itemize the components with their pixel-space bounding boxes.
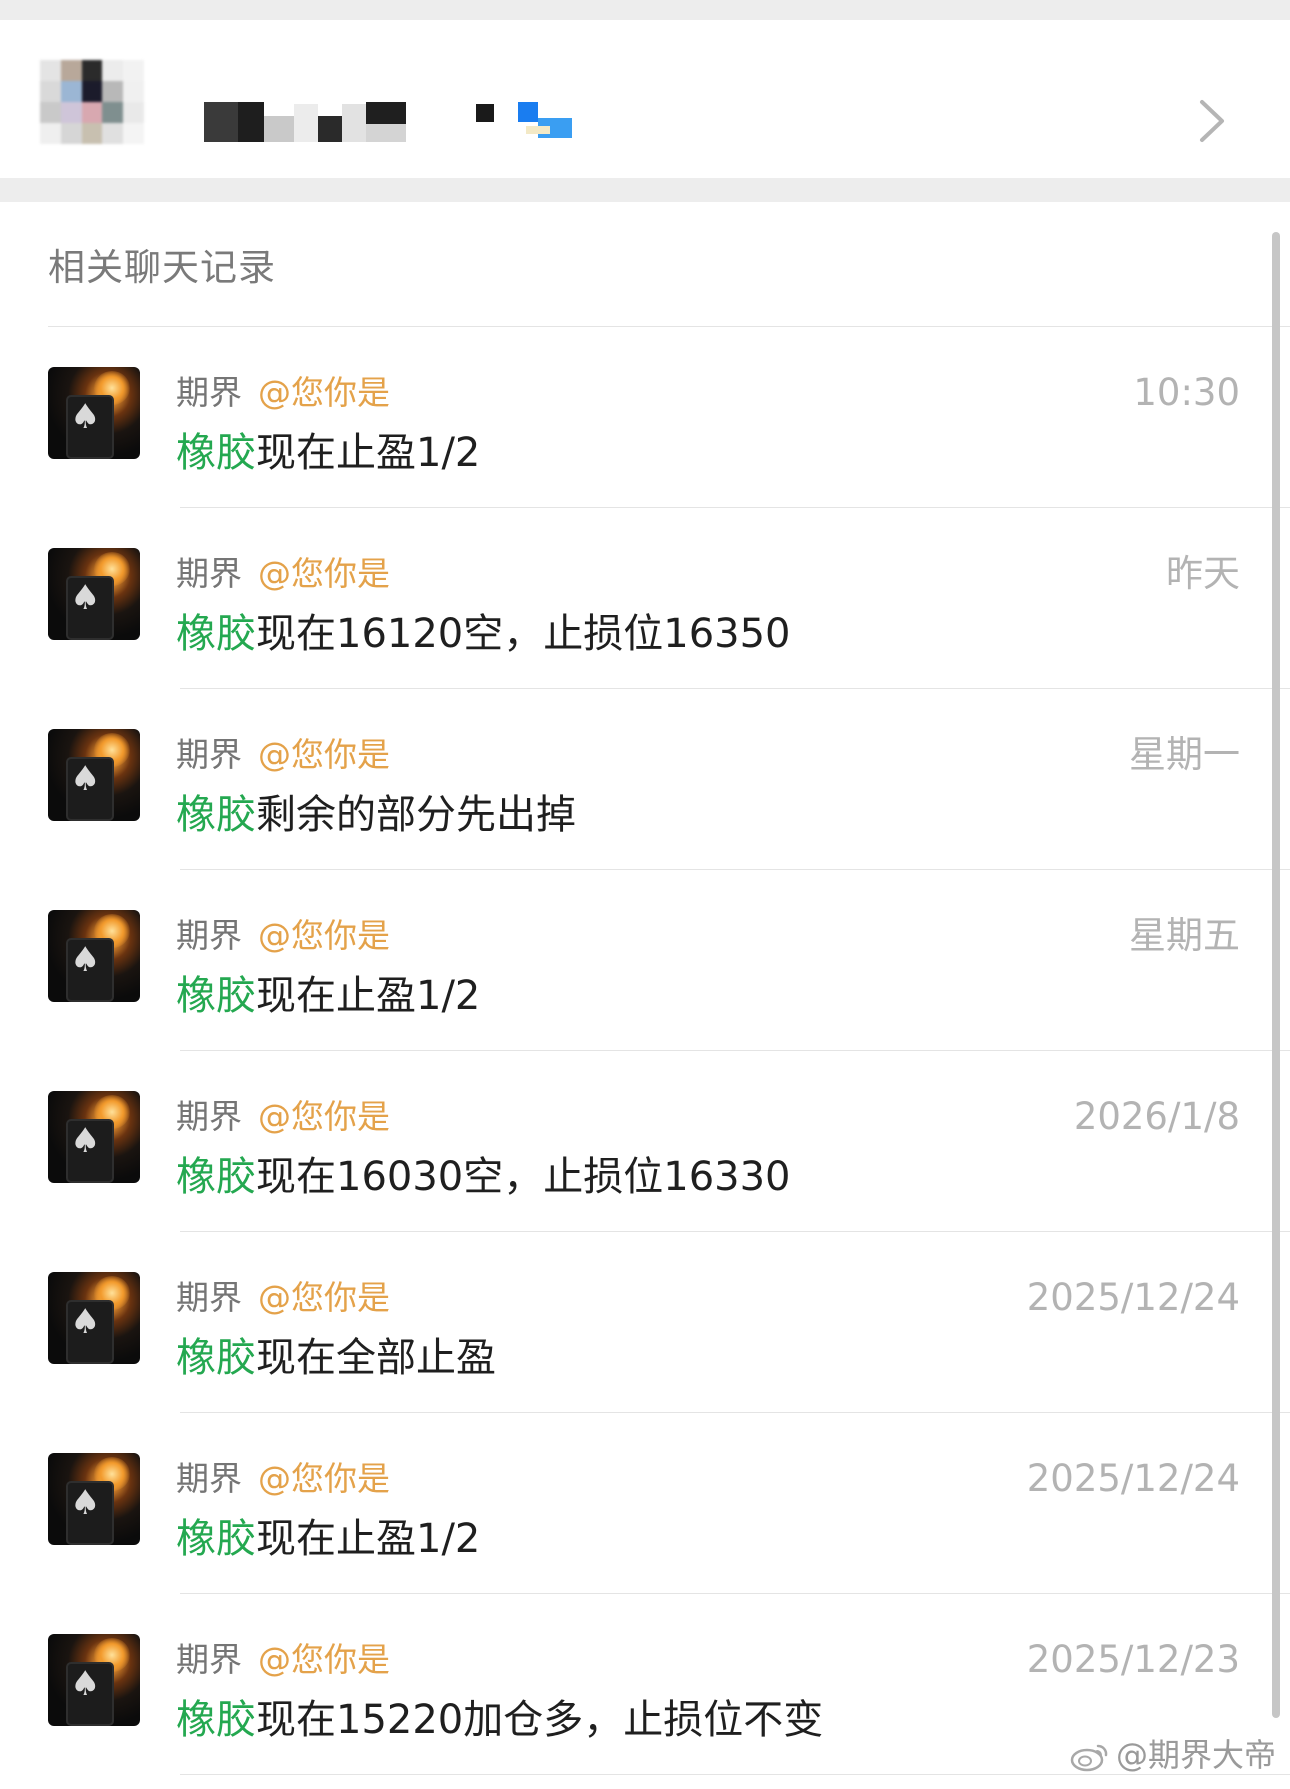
mention: @您你是 [258,1097,390,1136]
mention: @您你是 [258,1459,390,1498]
keyword-highlight: 橡胶 [176,1516,256,1562]
scrollbar[interactable] [1272,232,1280,1718]
mention: @您你是 [258,1640,390,1679]
chat-record-item[interactable]: ♠ 期界 @您你是 2025/12/24 橡胶现在全部止盈 [0,1232,1290,1413]
message-body: 现在全部止盈 [256,1335,496,1381]
message-text: 橡胶现在15220加仓多，止损位不变 [176,1694,823,1746]
message-body: 现在15220加仓多，止损位不变 [256,1697,824,1743]
group-name: 期界 [176,1097,242,1136]
sender-avatar: ♠ [48,1453,140,1545]
spade-icon: ♠ [70,578,101,618]
contact-name-redacted [204,82,584,146]
weibo-icon [1070,1744,1108,1772]
sender-line: 期界 @您你是 [176,371,390,415]
section-divider [0,178,1290,202]
message-time: 10:30 [1133,371,1240,414]
message-body: 剩余的部分先出掉 [256,792,576,838]
chat-record-item[interactable]: ♠ 期界 @您你是 星期一橡胶剩余的部分先出掉 [0,689,1290,870]
sender-avatar: ♠ [48,1091,140,1183]
sender-avatar: ♠ [48,1272,140,1364]
message-text: 橡胶现在止盈1/2 [176,1513,480,1565]
group-name: 期界 [176,1640,242,1679]
spade-icon: ♠ [70,940,101,980]
message-time: 2026/1/8 [1073,1095,1240,1138]
top-strip [0,0,1290,20]
group-name: 期界 [176,1278,242,1317]
mention: @您你是 [258,916,390,955]
message-body: 现在16120空，止损位16350 [256,611,791,657]
keyword-highlight: 橡胶 [176,611,256,657]
sender-line: 期界 @您你是 [176,552,390,596]
contact-card[interactable] [0,20,1290,178]
mention: @您你是 [258,373,390,412]
keyword-highlight: 橡胶 [176,1335,256,1381]
chat-record-item[interactable]: ♠ 期界 @您你是 昨天橡胶现在16120空，止损位16350 [0,508,1290,689]
group-name: 期界 [176,554,242,593]
message-time: 2025/12/24 [1026,1457,1240,1500]
sender-avatar: ♠ [48,729,140,821]
keyword-highlight: 橡胶 [176,1154,256,1200]
sender-line: 期界 @您你是 [176,1276,390,1320]
mention: @您你是 [258,1278,390,1317]
message-body: 现在止盈1/2 [256,430,481,476]
spade-icon: ♠ [70,1664,101,1704]
spade-icon: ♠ [70,1302,101,1342]
message-text: 橡胶现在止盈1/2 [176,427,480,479]
spade-icon: ♠ [70,1483,101,1523]
message-time: 星期五 [1129,914,1240,957]
sender-avatar: ♠ [48,367,140,459]
keyword-highlight: 橡胶 [176,792,256,838]
message-text: 橡胶现在16030空，止损位16330 [176,1151,791,1203]
watermark-text: @期界大帝 [1115,1736,1276,1774]
group-name: 期界 [176,735,242,774]
chevron-right-icon [1200,100,1224,142]
spade-icon: ♠ [70,397,101,437]
message-body: 现在止盈1/2 [256,1516,481,1562]
keyword-highlight: 橡胶 [176,1697,256,1743]
chat-record-item[interactable]: ♠ 期界 @您你是 星期五橡胶现在止盈1/2 [0,870,1290,1051]
mention: @您你是 [258,554,390,593]
chat-record-item[interactable]: ♠ 期界 @您你是 2025/12/24 橡胶现在止盈1/2 [0,1413,1290,1594]
keyword-highlight: 橡胶 [176,973,256,1019]
message-text: 橡胶剩余的部分先出掉 [176,789,576,841]
spade-icon: ♠ [70,1121,101,1161]
sender-line: 期界 @您你是 [176,733,390,777]
message-body: 现在16030空，止损位16330 [256,1154,791,1200]
message-text: 橡胶现在全部止盈 [176,1332,496,1384]
section-title: 相关聊天记录 [48,246,276,289]
sender-avatar: ♠ [48,548,140,640]
chat-record-item[interactable]: ♠ 期界 @您你是 2026/1/8 橡胶现在16030空，止损位16330 [0,1051,1290,1232]
sender-line: 期界 @您你是 [176,1095,390,1139]
sender-avatar: ♠ [48,1634,140,1726]
message-time: 2025/12/23 [1026,1638,1240,1681]
group-name: 期界 [176,1459,242,1498]
message-time: 昨天 [1166,552,1240,595]
message-text: 橡胶现在16120空，止损位16350 [176,608,791,660]
sender-line: 期界 @您你是 [176,1457,390,1501]
spade-icon: ♠ [70,759,101,799]
group-name: 期界 [176,373,242,412]
watermark: @期界大帝 [1070,1733,1276,1777]
sender-line: 期界 @您你是 [176,914,390,958]
related-chat-records-panel: 相关聊天记录 ♠ 期界 @您你是 10:30 橡胶现在止盈1/2 ♠ 期界 @您你是 昨天 橡胶现… [0,202,1290,1789]
keyword-highlight: 橡胶 [176,430,256,476]
message-time: 星期一 [1129,733,1240,776]
group-name: 期界 [176,916,242,955]
message-text: 橡胶现在止盈1/2 [176,970,480,1022]
mention: @您你是 [258,735,390,774]
message-body: 现在止盈1/2 [256,973,481,1019]
sender-avatar: ♠ [48,910,140,1002]
message-time: 2025/12/24 [1026,1276,1240,1319]
chat-record-item[interactable]: ♠ 期界 @您你是 10:30 橡胶现在止盈1/2 [0,327,1290,508]
contact-avatar [40,60,144,144]
sender-line: 期界 @您你是 [176,1638,390,1682]
